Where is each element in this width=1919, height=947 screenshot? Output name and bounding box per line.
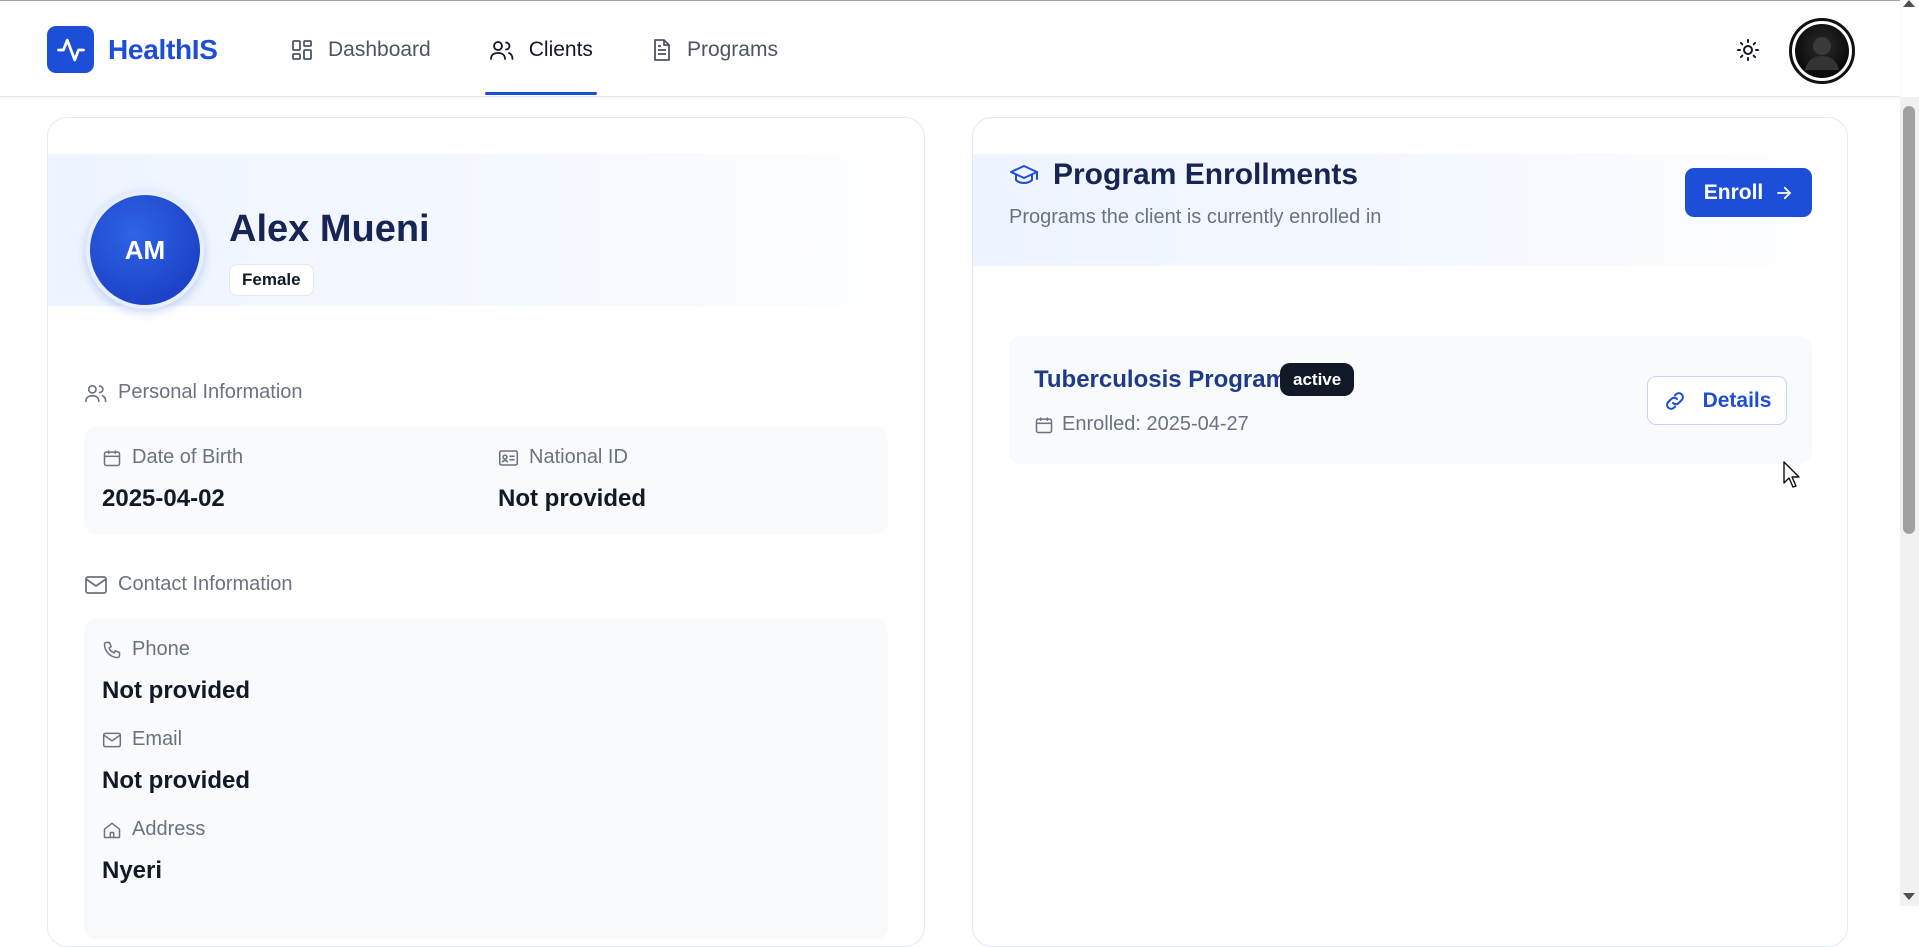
enrollment-item: Tuberculosis Program active Enrolled: 20… (1009, 336, 1812, 464)
program-name[interactable]: Tuberculosis Program (1034, 366, 1287, 394)
personal-info-heading: Personal Information (84, 381, 303, 404)
enrollments-heading: Program Enrollments (1009, 158, 1358, 192)
phone-icon (102, 640, 122, 660)
status-badge: active (1280, 363, 1355, 396)
enrolled-date-row: Enrolled: 2025-04-27 (1034, 413, 1249, 436)
address-value: Nyeri (102, 857, 163, 884)
nav-dashboard[interactable]: Dashboard (280, 1, 441, 98)
mouse-cursor-icon (1783, 461, 1803, 489)
enrollments-title: Program Enrollments (1053, 158, 1359, 191)
gender-badge: Female (229, 264, 314, 296)
scroll-up-arrow-icon[interactable] (1903, 0, 1915, 7)
enroll-button-label: Enroll (1703, 180, 1764, 204)
address-label-row: Address (102, 818, 205, 841)
program-enrollments-card: Program Enrollments Programs the client … (972, 117, 1848, 947)
contact-info-title: Contact Information (118, 573, 293, 595)
client-name: Alex Mueni (229, 208, 430, 250)
document-icon (651, 38, 673, 62)
dob-label-row: Date of Birth (102, 446, 243, 469)
client-profile-card: AM Alex Mueni Female Personal Informatio… (47, 117, 925, 947)
nav-clients[interactable]: Clients (479, 1, 603, 98)
scroll-down-arrow-icon[interactable] (1903, 893, 1915, 900)
scrollbar-thumb[interactable] (1903, 106, 1915, 534)
activity-icon (47, 26, 94, 73)
home-icon (102, 820, 122, 840)
national-id-label: National ID (529, 446, 628, 468)
phone-label-row: Phone (102, 638, 190, 661)
enrollments-subtitle: Programs the client is currently enrolle… (1009, 206, 1382, 228)
email-value: Not provided (102, 767, 250, 794)
theme-toggle-button[interactable] (1735, 37, 1761, 63)
mail-icon (84, 575, 108, 595)
calendar-icon (102, 448, 122, 468)
phone-label: Phone (132, 638, 190, 660)
email-label-row: Email (102, 728, 182, 751)
link-icon (1663, 389, 1687, 413)
top-navbar: HealthIS Dashboard Clients Programs (0, 0, 1900, 97)
avatar (1795, 24, 1849, 78)
mail-icon (102, 731, 122, 749)
dob-label: Date of Birth (132, 446, 244, 468)
brand[interactable]: HealthIS (47, 26, 218, 73)
details-button[interactable]: Details (1647, 376, 1787, 425)
arrow-right-icon (1775, 184, 1793, 202)
nav-clients-label: Clients (528, 37, 593, 61)
dob-value: 2025-04-02 (102, 485, 225, 512)
profile-header: AM Alex Mueni Female (48, 154, 924, 309)
brand-name: HealthIS (108, 33, 218, 65)
calendar-icon (1034, 415, 1054, 435)
contact-info-heading: Contact Information (84, 573, 293, 596)
client-avatar: AM (86, 191, 204, 309)
user-avatar-button[interactable] (1789, 18, 1855, 84)
dashboard-grid-icon (290, 38, 314, 62)
national-id-value: Not provided (498, 485, 646, 512)
nav-dashboard-label: Dashboard (328, 37, 431, 61)
main-nav: Dashboard Clients Programs (280, 1, 826, 98)
users-icon (489, 38, 515, 62)
nav-programs[interactable]: Programs (641, 1, 788, 98)
enrolled-date: Enrolled: 2025-04-27 (1062, 413, 1249, 435)
id-card-icon (498, 449, 519, 467)
users-icon (84, 382, 108, 404)
email-label: Email (132, 728, 183, 750)
national-id-label-row: National ID (498, 446, 628, 469)
address-label: Address (132, 818, 206, 840)
nav-programs-label: Programs (686, 37, 778, 61)
contact-info-box: Phone Not provided Email Not provided Ad… (84, 619, 888, 939)
personal-info-title: Personal Information (118, 381, 303, 403)
phone-value: Not provided (102, 677, 250, 704)
sun-icon (1736, 38, 1760, 62)
details-button-label: Details (1702, 388, 1772, 412)
personal-info-box: Date of Birth 2025-04-02 National ID Not… (84, 427, 888, 534)
enroll-button[interactable]: Enroll (1685, 168, 1812, 217)
graduation-cap-icon (1009, 163, 1039, 187)
